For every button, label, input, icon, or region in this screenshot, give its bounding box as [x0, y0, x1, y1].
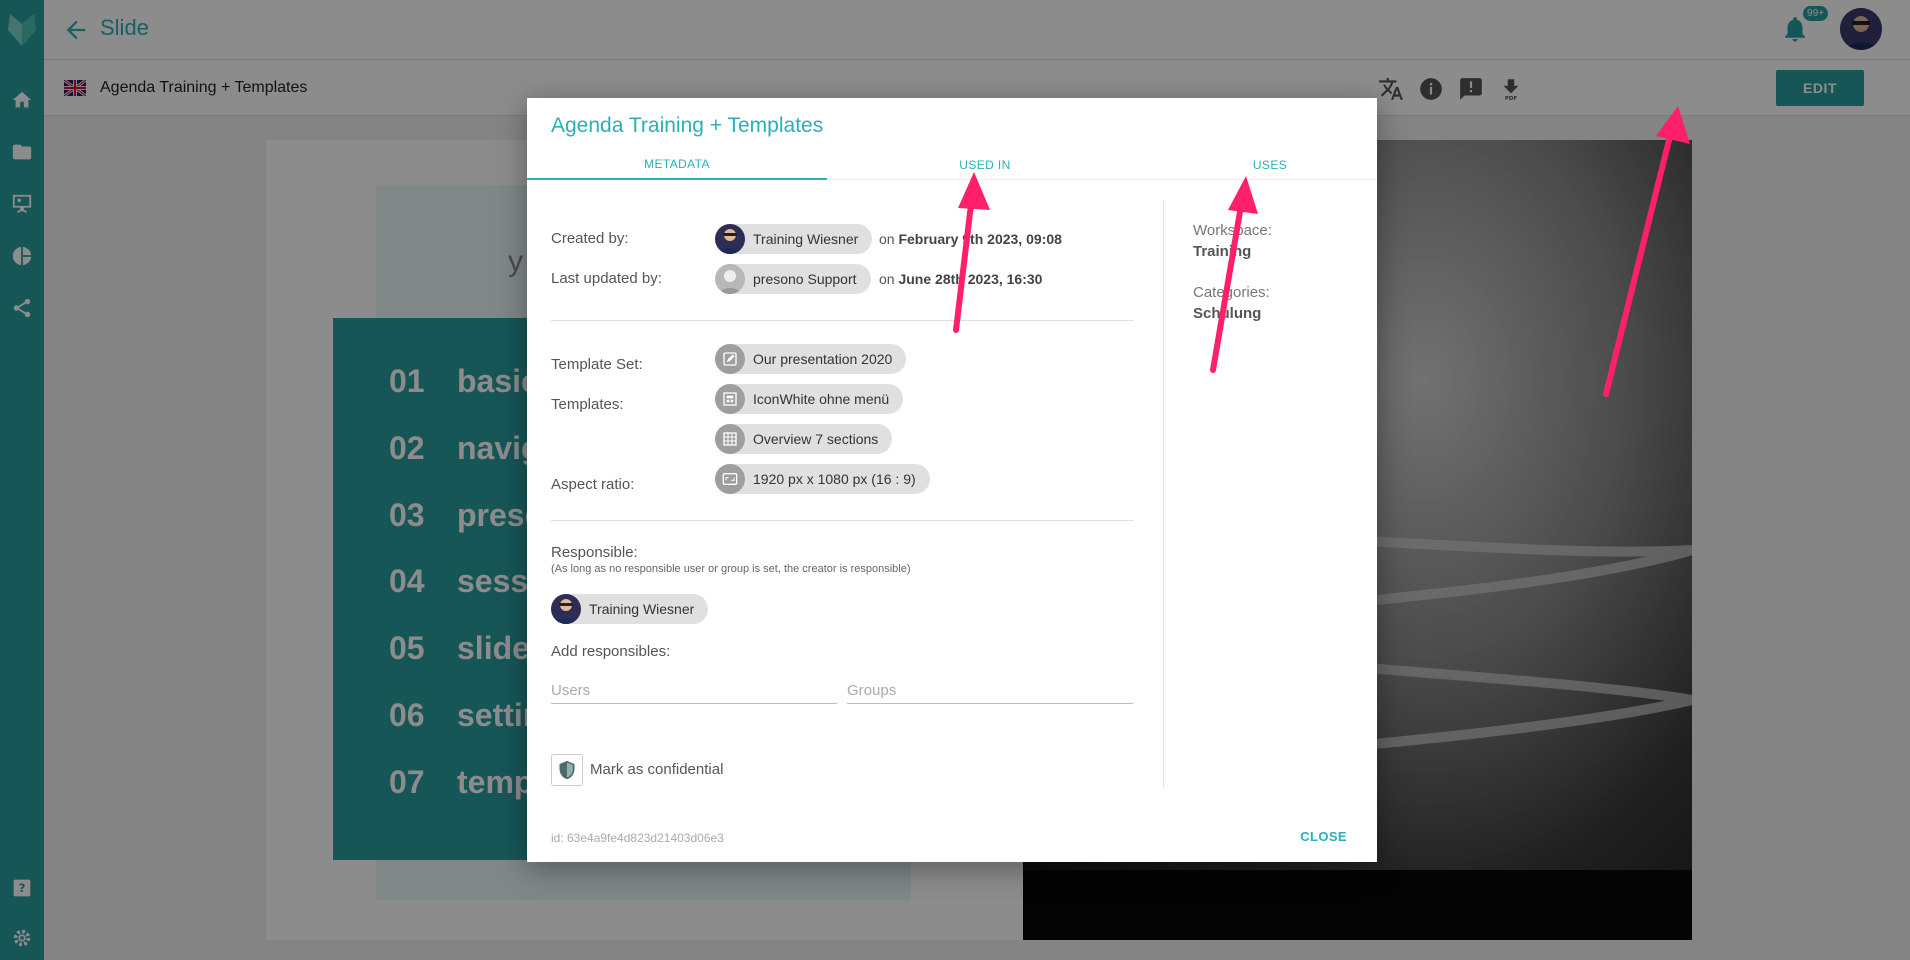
templates-label: Templates: — [551, 396, 624, 413]
confidential-toggle[interactable] — [551, 754, 583, 786]
last-updated-label: Last updated by: — [551, 270, 662, 287]
chip-label: IconWhite ohne menü — [753, 391, 890, 407]
workspace-value: Training — [1193, 243, 1252, 260]
template-chip[interactable]: Overview 7 sections — [715, 424, 893, 454]
chip-label: presono Support — [753, 271, 857, 287]
created-by-label: Created by: — [551, 230, 629, 247]
template-set-label: Template Set: — [551, 356, 643, 373]
dialog-tabs: METADATA USED IN USES — [527, 150, 1377, 180]
template-set-chip[interactable]: Our presentation 2020 — [715, 344, 907, 374]
responsible-note: (As long as no responsible user or group… — [551, 563, 911, 575]
confidential-label: Mark as confidential — [590, 761, 724, 778]
tab-used-in[interactable]: USED IN — [845, 150, 1125, 180]
groups-input[interactable] — [847, 674, 1133, 704]
users-input[interactable] — [551, 674, 837, 704]
updated-by-user-chip[interactable]: presono Support — [715, 264, 871, 294]
aspect-ratio-chip[interactable]: 1920 px x 1080 px (16 : 9) — [715, 464, 930, 494]
chip-label: Overview 7 sections — [753, 431, 879, 447]
chip-label: 1920 px x 1080 px (16 : 9) — [753, 471, 916, 487]
categories-label: Categories: — [1193, 284, 1270, 301]
dialog-title: Agenda Training + Templates — [551, 114, 824, 137]
user-avatar — [551, 594, 581, 624]
template-layout-icon — [715, 384, 745, 414]
categories-value: Schulung — [1193, 305, 1262, 322]
responsible-user-chip[interactable]: Training Wiesner — [551, 594, 709, 624]
user-avatar — [715, 224, 745, 254]
template-chip[interactable]: IconWhite ohne menü — [715, 384, 904, 414]
chip-label: Training Wiesner — [753, 231, 859, 247]
user-avatar — [715, 264, 745, 294]
chip-label: Our presentation 2020 — [753, 351, 893, 367]
updated-on-text: on June 28th 2023, 16:30 — [879, 271, 1043, 287]
shield-icon — [559, 760, 575, 780]
section-divider — [551, 520, 1133, 521]
responsible-label: Responsible: — [551, 544, 638, 561]
template-grid-icon — [715, 424, 745, 454]
aspect-ratio-icon — [715, 464, 745, 494]
add-responsibles-label: Add responsibles: — [551, 643, 671, 660]
document-id: id: 63e4a9fe4d823d21403d06e3 — [551, 831, 724, 845]
tab-uses[interactable]: USES — [1163, 150, 1377, 180]
metadata-dialog: Agenda Training + Templates METADATA USE… — [527, 98, 1377, 862]
created-on-text: on February 9th 2023, 09:08 — [879, 231, 1062, 247]
chip-label: Training Wiesner — [589, 601, 695, 617]
section-divider — [551, 320, 1133, 321]
tab-metadata[interactable]: METADATA — [527, 150, 827, 180]
close-button[interactable]: CLOSE — [1300, 829, 1347, 844]
aspect-ratio-label: Aspect ratio: — [551, 476, 635, 493]
vertical-divider — [1163, 200, 1164, 788]
created-by-user-chip[interactable]: Training Wiesner — [715, 224, 873, 254]
edit-square-icon — [715, 344, 745, 374]
workspace-label: Workspace: — [1193, 222, 1272, 239]
